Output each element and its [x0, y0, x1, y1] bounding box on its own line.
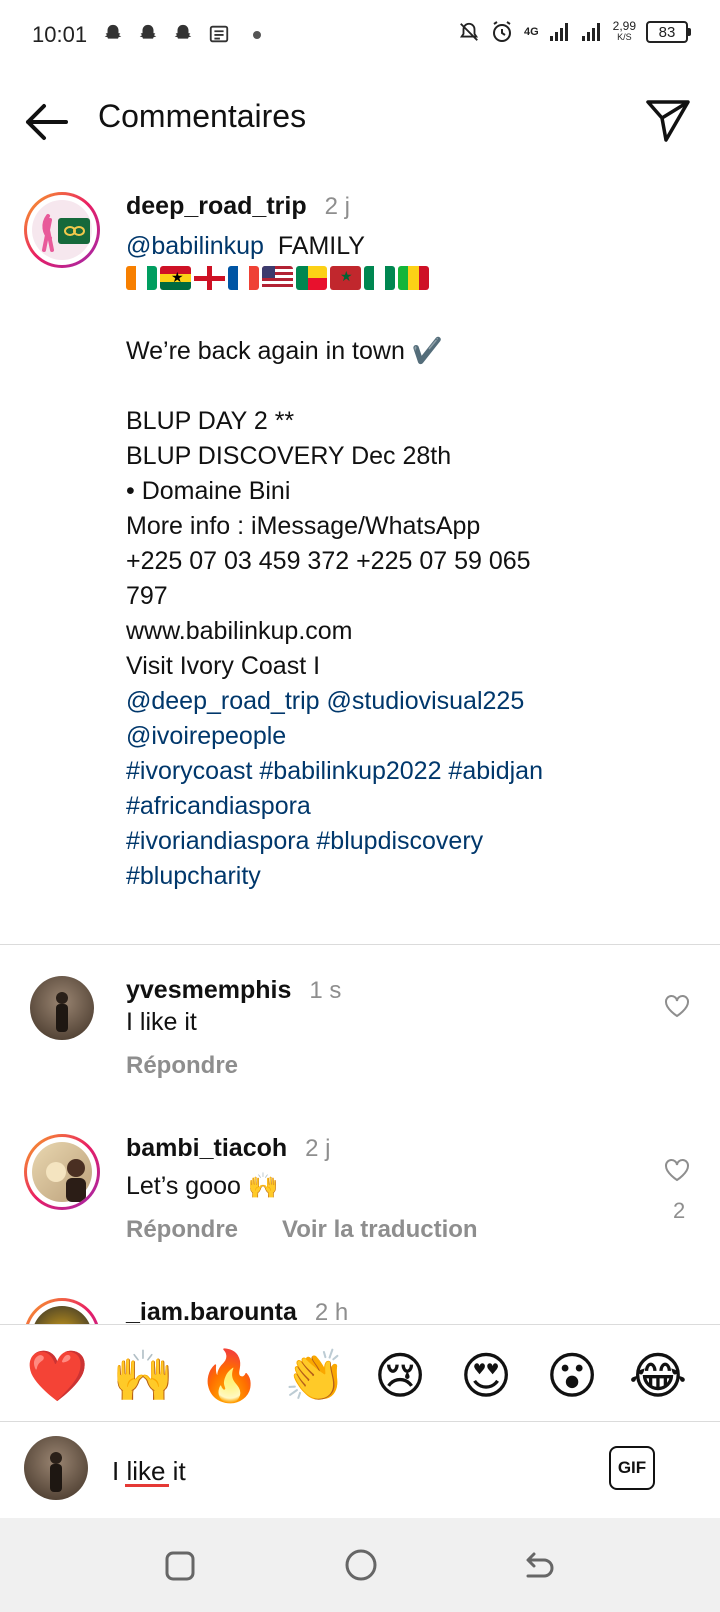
person-photo-icon — [56, 992, 68, 1032]
mention-link[interactable]: @ivoirepeople — [126, 719, 696, 754]
comment-input[interactable] — [110, 1452, 574, 1490]
mention-link[interactable]: @deep_road_trip @studiovisual225 — [126, 684, 696, 719]
comment-avatar[interactable] — [24, 1134, 100, 1210]
emoji-button[interactable]: ❤️ — [26, 1346, 88, 1406]
snapchat-ghost-icon — [139, 24, 157, 39]
comment-time: 2 j — [305, 1135, 331, 1162]
comment-time: 1 s — [309, 977, 342, 1004]
flag-ivory-coast-icon — [126, 266, 157, 290]
emoji-button[interactable]: 😂 — [628, 1346, 688, 1406]
network-label: 4G — [523, 26, 539, 38]
flag-england-icon — [194, 266, 225, 290]
brand-logo-icon — [42, 214, 90, 252]
flag-morocco-icon: ★ — [330, 266, 361, 290]
comment-avatar[interactable] — [24, 1298, 100, 1324]
recent-apps-icon[interactable] — [164, 1550, 196, 1582]
status-time: 10:01 — [32, 22, 88, 47]
back-nav-icon[interactable] — [524, 1550, 556, 1582]
status-indicators: 4G 2,99 K/S 83 — [458, 19, 691, 44]
flag-ghana-icon: ★ — [160, 266, 191, 290]
flag-mali-icon — [398, 266, 429, 290]
comment-username[interactable]: bambi_tiacoh — [126, 1134, 287, 1162]
paper-plane-icon — [646, 100, 690, 142]
person-photo-icon — [50, 1452, 62, 1492]
dot-icon — [253, 31, 261, 39]
avatar-image — [32, 1306, 92, 1324]
person-photo-icon — [46, 1159, 86, 1202]
emoji-button[interactable]: 😍 — [456, 1346, 516, 1406]
divider — [0, 944, 720, 945]
emoji-button[interactable]: 😮 — [542, 1346, 602, 1406]
spellcheck-underline — [125, 1484, 169, 1487]
comment-time: 2 h — [314, 1299, 349, 1324]
comment-partial: _iam.barounta 2 h — [0, 1290, 720, 1324]
caption-line: 797 — [126, 582, 168, 610]
hashtag-link[interactable]: #ivorycoast #babilinkup2022 #abidjan — [126, 754, 696, 789]
caption-line: +225 07 03 459 372 +225 07 59 065 — [126, 547, 531, 575]
battery-icon: 83 — [646, 21, 691, 43]
caption-time: 2 j — [324, 193, 350, 220]
emoji-button[interactable]: 🔥 — [198, 1346, 260, 1406]
page-title: Commentaires — [98, 98, 307, 134]
comment-text: I like it — [126, 1008, 197, 1036]
avatar-image — [32, 1142, 92, 1202]
signal-icon — [549, 23, 568, 41]
caption-line: BLUP DISCOVERY Dec 28th — [126, 442, 452, 470]
reply-button[interactable]: Répondre — [126, 1052, 238, 1080]
alarm-icon — [492, 21, 511, 42]
caption-line: Visit Ivory Coast I — [126, 652, 321, 680]
caption-line: • Domaine Bini — [126, 477, 291, 505]
emoji-button[interactable]: 🙌 — [112, 1346, 174, 1406]
comment-text: Let’s gooo 🙌 — [126, 1172, 279, 1200]
arrow-left-icon — [26, 104, 68, 140]
network-speed: 2,99 K/S — [612, 19, 636, 42]
caption-family: FAMILY — [277, 232, 365, 260]
mention-link[interactable]: @babilinkup — [126, 232, 264, 260]
snapchat-ghost-icon — [104, 24, 122, 39]
share-button[interactable] — [644, 98, 692, 144]
bell-off-icon — [459, 22, 478, 41]
like-count: 2 — [673, 1198, 686, 1223]
translate-button[interactable]: Voir la traduction — [282, 1216, 478, 1244]
news-icon — [209, 25, 229, 43]
caption-avatar[interactable] — [24, 192, 100, 268]
signal-icon — [581, 23, 600, 41]
hashtag-link[interactable]: #blupcharity — [126, 859, 696, 894]
emoji-button[interactable]: 👏 — [284, 1346, 346, 1406]
heart-icon[interactable] — [664, 994, 690, 1018]
flag-benin-icon — [296, 266, 327, 290]
hashtag-link[interactable]: #africandiaspora — [126, 789, 696, 824]
emoji-button[interactable]: 😢 — [370, 1346, 430, 1406]
home-icon[interactable] — [344, 1548, 378, 1582]
heart-icon[interactable] — [664, 1158, 690, 1182]
flag-nigeria-icon — [364, 266, 395, 290]
flag-usa-icon — [262, 266, 293, 290]
caption-line: We’re back again in town ✔️ — [126, 337, 443, 365]
reply-button[interactable]: Répondre — [126, 1216, 238, 1244]
flag-emojis: ★ ★ — [126, 266, 429, 290]
caption-line: www.babilinkup.com — [126, 617, 353, 645]
gif-button[interactable]: GIF — [609, 1446, 655, 1490]
emoji-bar — [0, 1324, 720, 1422]
avatar-image — [32, 200, 92, 260]
comment-username[interactable]: _iam.barounta — [126, 1298, 297, 1324]
snapchat-ghost-icon — [174, 24, 192, 39]
comment-avatar[interactable] — [30, 976, 94, 1040]
caption-line: More info : iMessage/WhatsApp — [126, 512, 481, 540]
comment-username[interactable]: yvesmemphis — [126, 976, 291, 1004]
hashtag-link[interactable]: #ivoriandiaspora #blupdiscovery — [126, 824, 696, 859]
caption-username[interactable]: deep_road_trip — [126, 192, 307, 220]
caption-line: BLUP DAY 2 ** — [126, 407, 295, 435]
flag-france-icon — [228, 266, 259, 290]
current-user-avatar — [24, 1436, 88, 1500]
status-bar: 10:01 4G 2,99 K/S 83 — [0, 0, 720, 72]
back-button[interactable] — [22, 100, 72, 144]
